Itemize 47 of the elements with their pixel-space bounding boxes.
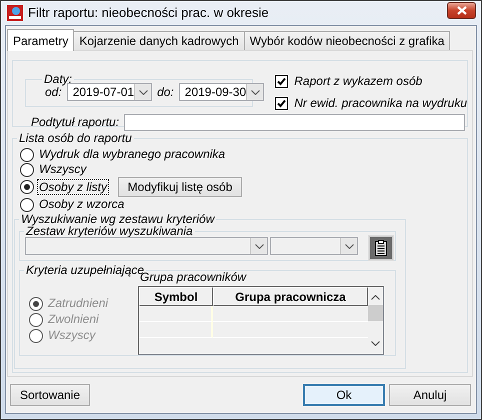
from-date-field[interactable]: 2019-07-01 [66, 83, 152, 101]
group-title: Wyszukiwanie wg zestawu kryteriów [20, 213, 216, 225]
document-button[interactable] [369, 236, 393, 260]
to-date-field[interactable]: 2019-09-30 [178, 83, 264, 101]
dialog-button[interactable]: Ok [303, 384, 385, 406]
radio-label: Wszyscy [47, 327, 97, 344]
checkbox[interactable] [275, 97, 288, 110]
radio-button[interactable] [20, 162, 34, 176]
radio-label: Wszyscy [38, 161, 88, 178]
dialog-button[interactable]: Sortowanie [10, 384, 90, 406]
chevron-down-icon [371, 341, 380, 346]
checkbox-label: Raport z wykazem osób [294, 74, 422, 88]
dates-label: Daty: [44, 72, 72, 86]
radio-label: Wydruk dla wybranego pracownika [38, 146, 226, 163]
chevron-down-icon [250, 90, 260, 94]
chevron-up-icon [371, 295, 380, 300]
checkbox[interactable] [275, 74, 288, 88]
radio-label: Osoby z wzorca [38, 196, 126, 213]
modify-list-button[interactable]: Modyfikuj listę osób [118, 177, 242, 197]
tab[interactable]: Kojarzenie danych kadrowych [73, 31, 245, 50]
tab[interactable]: Parametry [7, 29, 74, 51]
close-icon [456, 6, 466, 14]
from-label: od: [45, 84, 62, 100]
app-icon [7, 5, 23, 21]
chevron-down-icon [138, 90, 148, 94]
radio-button[interactable] [20, 198, 34, 212]
subtitle-label: Podtytuł raportu: [31, 115, 120, 130]
column-header[interactable]: Symbol [139, 287, 213, 306]
radio-label: Osoby z listy [37, 178, 110, 196]
close-button[interactable] [447, 2, 476, 18]
window-title: Filtr raportu: nieobecności prac. w okresie [28, 5, 270, 21]
document-icon [375, 240, 387, 256]
radio-label: Zwolnieni [46, 311, 100, 328]
column-header[interactable]: Grupa pracownicza [213, 287, 368, 306]
subtitle-field[interactable] [124, 114, 466, 131]
dialog-button[interactable]: Anuluj [389, 384, 471, 406]
tab[interactable]: Wybór kodów nieobecności z grafika [244, 31, 450, 50]
group-title: Lista osób do raportu [18, 132, 133, 144]
chevron-down-icon [254, 244, 264, 248]
radio-button[interactable] [20, 180, 34, 194]
checkbox-label: Nr ewid. pracownika na wydruku [294, 96, 467, 111]
scrollbar-thumb[interactable] [368, 305, 383, 322]
chevron-down-icon [344, 244, 354, 248]
radio-button[interactable] [20, 148, 34, 162]
group-title: Zestaw kryteriów wyszukiwania [26, 225, 193, 237]
radio-label: Zatrudnieni [46, 295, 110, 312]
to-label: do: [157, 84, 174, 100]
